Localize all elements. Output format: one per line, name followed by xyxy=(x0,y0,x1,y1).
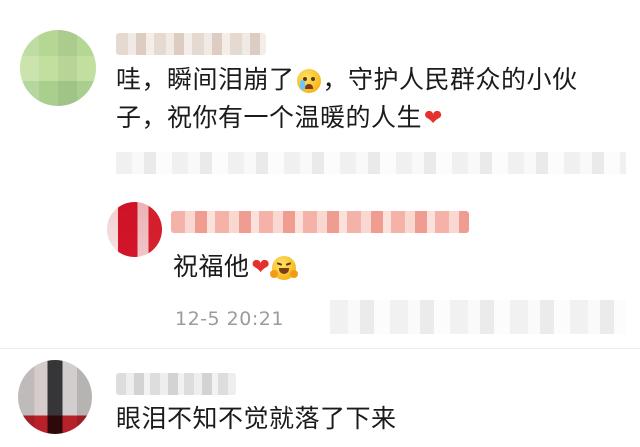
reply-meta-blurred xyxy=(330,300,626,334)
red-heart-icon: ❤ xyxy=(251,255,271,280)
reply-text: 祝福他❤ xyxy=(173,248,299,287)
comment-text: 眼泪不知不觉就落了下来 xyxy=(116,404,397,433)
reply-avatar[interactable] xyxy=(107,202,162,257)
commenter-name-blurred[interactable] xyxy=(116,373,236,395)
commenter-avatar[interactable] xyxy=(20,30,96,106)
crying-face-icon xyxy=(296,69,321,93)
reply-text-part: 祝福他 xyxy=(173,252,250,281)
hugging-face-icon xyxy=(270,256,299,280)
red-heart-icon: ❤ xyxy=(424,106,443,131)
reply-name-blurred[interactable] xyxy=(171,211,469,233)
commenter-avatar[interactable] xyxy=(18,360,92,434)
reply-timestamp: 12-5 20:21 xyxy=(175,308,284,330)
commenter-name-blurred[interactable] xyxy=(116,33,266,55)
comment-text: 哇，瞬间泪崩了 ，守护人民群众的小伙子，祝你有一个温暖的人生❤ xyxy=(116,61,626,138)
comment-meta-blurred xyxy=(116,152,626,174)
comment-text-part: 哇，瞬间泪崩了 xyxy=(116,65,295,94)
divider xyxy=(0,348,640,349)
